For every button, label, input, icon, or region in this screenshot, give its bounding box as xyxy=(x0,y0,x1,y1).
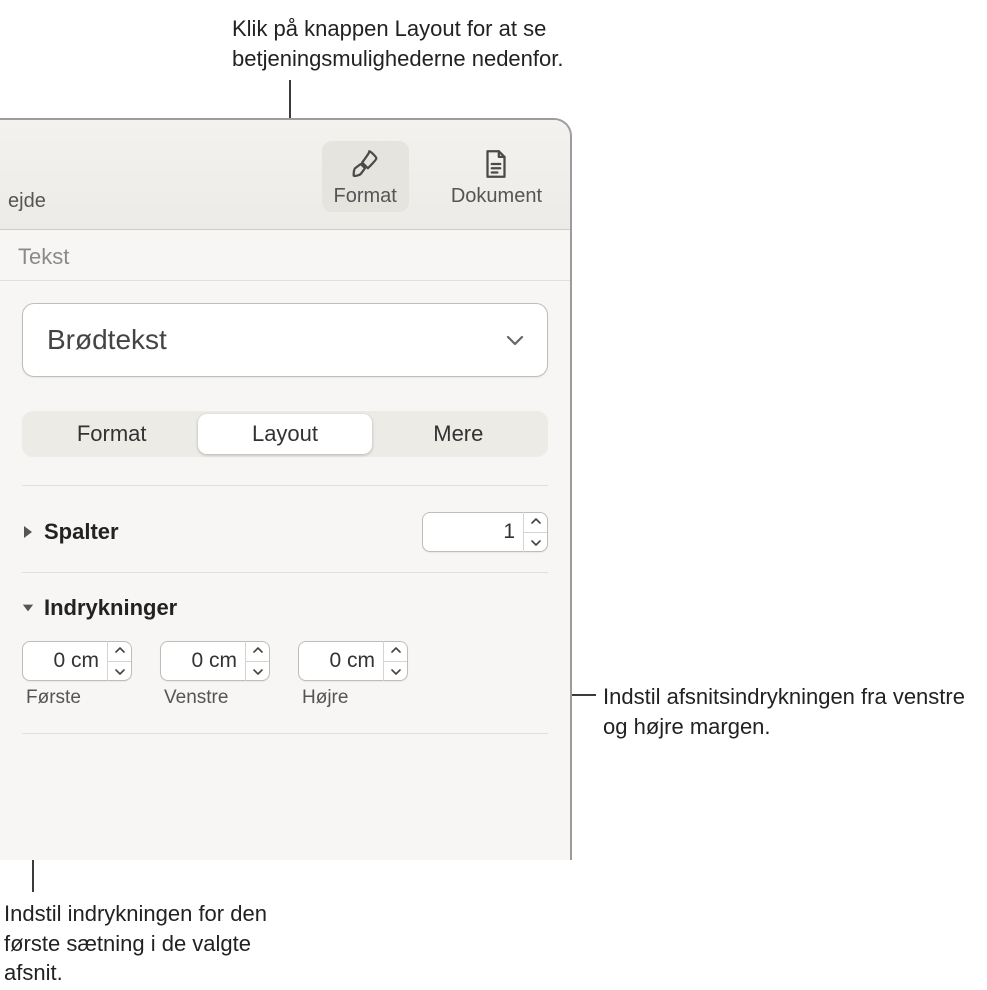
section-title: Tekst xyxy=(0,230,570,281)
paragraph-style-select[interactable]: Brødtekst xyxy=(22,303,548,377)
spalter-label: Spalter xyxy=(44,519,119,545)
chevron-down-icon xyxy=(22,601,34,615)
chevron-down-icon xyxy=(531,539,541,546)
toolbar-format-tab[interactable]: Format xyxy=(322,141,409,212)
indent-right-stepper[interactable]: 0 cm xyxy=(298,641,408,681)
indent-right-label: Højre xyxy=(298,687,408,709)
paragraph-style-value: Brødtekst xyxy=(47,324,167,356)
indent-first-step-down[interactable] xyxy=(108,661,131,682)
callout-bottom: Indstil indrykningen for den første sætn… xyxy=(4,899,304,988)
chevron-down-icon xyxy=(505,333,525,347)
indrykninger-label: Indrykninger xyxy=(44,595,177,621)
inspector-subtabs: Format Layout Mere xyxy=(22,411,548,457)
spalter-step-down[interactable] xyxy=(524,532,547,553)
toolbar-document-label: Dokument xyxy=(451,185,542,208)
indent-left-stepper[interactable]: 0 cm xyxy=(160,641,270,681)
indent-right-step-up[interactable] xyxy=(384,641,407,661)
chevron-up-icon xyxy=(391,647,401,654)
chevron-right-icon xyxy=(22,525,34,539)
inspector-panel: ejde Format Dokument Tekst Brø xyxy=(0,118,572,860)
tab-layout[interactable]: Layout xyxy=(198,414,371,454)
indent-left-label: Venstre xyxy=(160,687,270,709)
indent-left-step-up[interactable] xyxy=(246,641,269,661)
document-icon xyxy=(479,147,513,181)
callout-top: Klik på knappen Layout for at se betjeni… xyxy=(232,14,592,73)
indent-first-value: 0 cm xyxy=(33,649,107,673)
toolbar-format-label: Format xyxy=(334,185,397,208)
callout-leader-line xyxy=(576,694,596,696)
indent-left-value: 0 cm xyxy=(171,649,245,673)
inspector-toolbar: ejde Format Dokument xyxy=(0,120,570,230)
paintbrush-icon xyxy=(348,147,382,181)
indent-left-step-down[interactable] xyxy=(246,661,269,682)
indent-first-stepper[interactable]: 0 cm xyxy=(22,641,132,681)
chevron-up-icon xyxy=(531,518,541,525)
spalter-stepper[interactable]: 1 xyxy=(422,512,548,552)
spalter-step-up[interactable] xyxy=(524,512,547,532)
chevron-down-icon xyxy=(391,668,401,675)
indent-right-step-down[interactable] xyxy=(384,661,407,682)
chevron-down-icon xyxy=(253,668,263,675)
spalter-disclosure[interactable]: Spalter xyxy=(22,519,119,545)
tab-mere[interactable]: Mere xyxy=(372,414,545,454)
indrykninger-disclosure[interactable]: Indrykninger xyxy=(22,595,548,621)
spalter-value: 1 xyxy=(433,520,523,544)
chevron-up-icon xyxy=(253,647,263,654)
toolbar-document-tab[interactable]: Dokument xyxy=(439,141,554,212)
callout-right: Indstil afsnitsindrykningen fra venstre … xyxy=(603,682,973,741)
toolbar-left-fragment: ejde xyxy=(8,190,46,223)
indent-first-label: Første xyxy=(22,687,132,709)
chevron-down-icon xyxy=(115,668,125,675)
indent-right-value: 0 cm xyxy=(309,649,383,673)
divider xyxy=(22,733,548,734)
tab-format[interactable]: Format xyxy=(25,414,198,454)
chevron-up-icon xyxy=(115,647,125,654)
indent-first-step-up[interactable] xyxy=(108,641,131,661)
